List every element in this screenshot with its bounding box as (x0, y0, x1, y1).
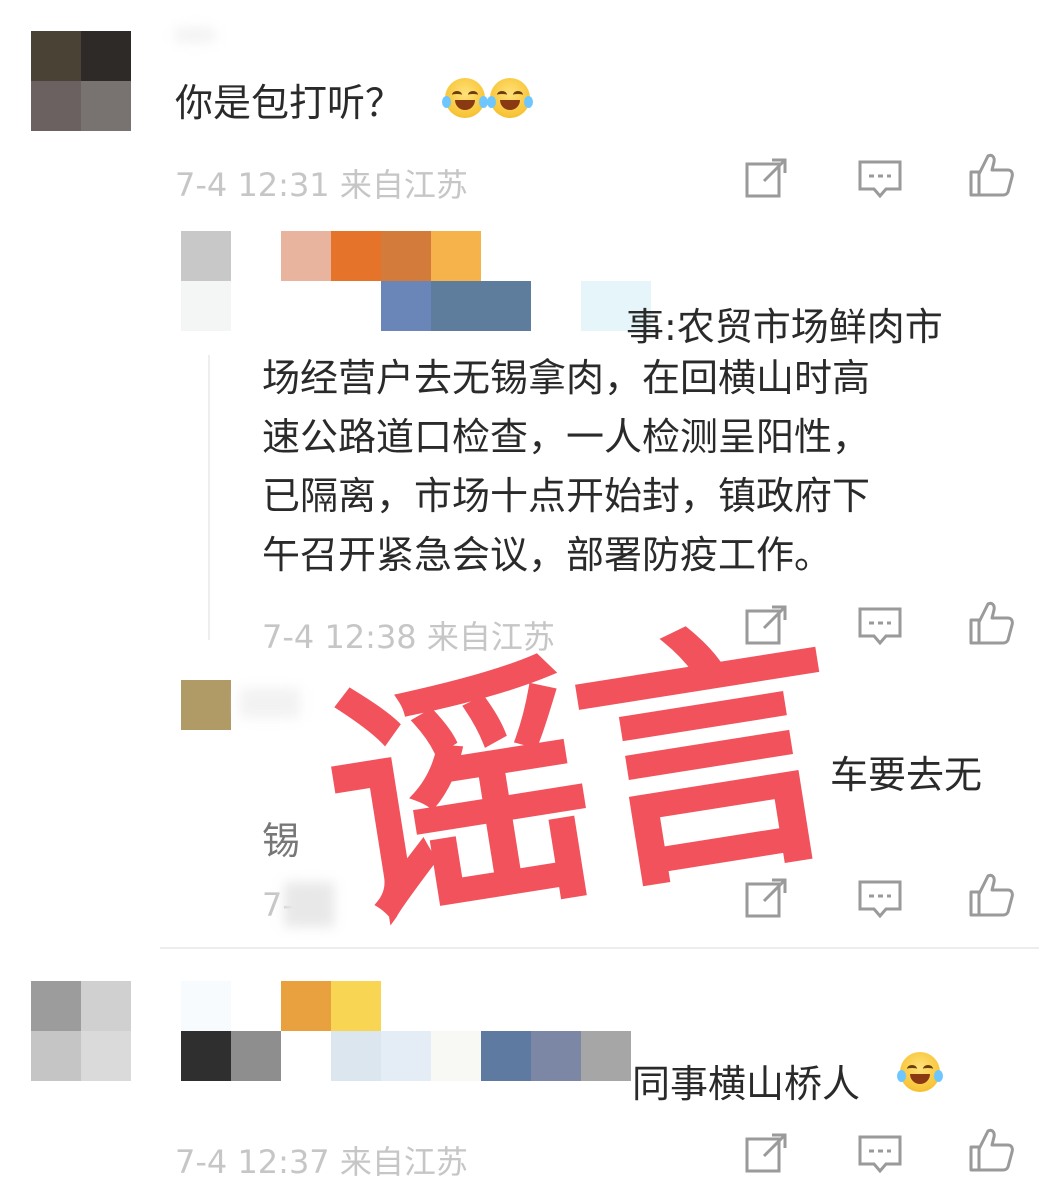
mosaic-tile (531, 1031, 581, 1081)
avatar[interactable] (31, 31, 131, 131)
comment-meta: 7-4 12:31 来自江苏 (175, 166, 468, 204)
avatar[interactable] (181, 680, 231, 730)
redacted-username (181, 1031, 631, 1081)
thumbs-up-icon[interactable] (966, 1125, 1016, 1175)
avatar-tile (31, 1031, 81, 1081)
avatar-tile (31, 31, 81, 81)
avatar-tile (81, 981, 131, 1031)
reply-text-line: 事:农贸市场鲜肉市 (626, 305, 943, 349)
laugh-cry-emoji (897, 1052, 943, 1092)
share-icon[interactable] (742, 1128, 792, 1178)
thumbs-up-icon[interactable] (966, 150, 1016, 200)
comment-icon[interactable] (855, 602, 905, 652)
mosaic-tile (581, 1031, 631, 1081)
laugh-cry-emoji (442, 78, 488, 118)
reply-text-line: 已隔离，市场十点开始封，镇政府下 (262, 474, 871, 518)
mosaic-tile (181, 981, 231, 1031)
reply-text-line: 锡 (262, 819, 301, 863)
mosaic-tile (281, 1031, 331, 1081)
mosaic-tile (281, 981, 331, 1031)
mosaic-tile (231, 281, 281, 331)
mosaic-tile (381, 231, 431, 281)
comment-meta: 7-4 12:37 来自江苏 (175, 1143, 468, 1181)
avatar[interactable] (31, 981, 131, 1081)
mosaic-tile (181, 1031, 231, 1081)
mosaic-tile (231, 981, 281, 1031)
reply-text-line: 场经营户去无锡拿肉，在回横山时高 (262, 356, 871, 400)
reply-text: 场经营户去无锡拿肉，在回横山时高 速公路道口检查，一人检测呈阳性， 已隔离，市场… (262, 349, 1002, 585)
share-icon[interactable] (742, 153, 792, 203)
comment-icon[interactable] (855, 1130, 905, 1180)
mosaic-tile (481, 281, 531, 331)
reply-text-line: 速公路道口检查，一人检测呈阳性， (262, 415, 871, 459)
comment-icon[interactable] (855, 155, 905, 205)
mosaic-tile (431, 231, 481, 281)
mosaic-tile (281, 281, 331, 331)
reply-thread-line (208, 355, 210, 640)
mosaic-tile (381, 1031, 431, 1081)
mosaic-tile (331, 281, 381, 331)
mosaic-tile (281, 231, 331, 281)
redacted-username (181, 281, 531, 331)
laugh-cry-emoji (487, 78, 533, 118)
mosaic-tile (481, 1031, 531, 1081)
thumbs-up-icon[interactable] (966, 870, 1016, 920)
avatar-tile (81, 1031, 131, 1081)
mosaic-tile (431, 281, 481, 331)
mosaic-tile (331, 231, 381, 281)
avatar-tile (31, 81, 81, 131)
rumor-stamp-text: 谣言 (307, 589, 853, 970)
redacted-username (175, 28, 215, 42)
avatar-tile (81, 81, 131, 131)
mosaic-tile (331, 1031, 381, 1081)
redacted-username (181, 981, 381, 1031)
comment-text: 同事横山桥人 (632, 1062, 861, 1106)
mosaic-tile (431, 1031, 481, 1081)
mosaic-tile (181, 281, 231, 331)
avatar-tile (81, 31, 131, 81)
comment-text: 你是包打听？ (175, 81, 404, 125)
mosaic-tile (231, 231, 281, 281)
mosaic-tile (381, 281, 431, 331)
mosaic-tile (231, 1031, 281, 1081)
redacted-username (181, 231, 481, 281)
thumbs-up-icon[interactable] (966, 598, 1016, 648)
mosaic-tile (181, 231, 231, 281)
avatar-tile (31, 981, 81, 1031)
reply-text-line: 午召开紧急会议，部署防疫工作。 (262, 533, 833, 577)
